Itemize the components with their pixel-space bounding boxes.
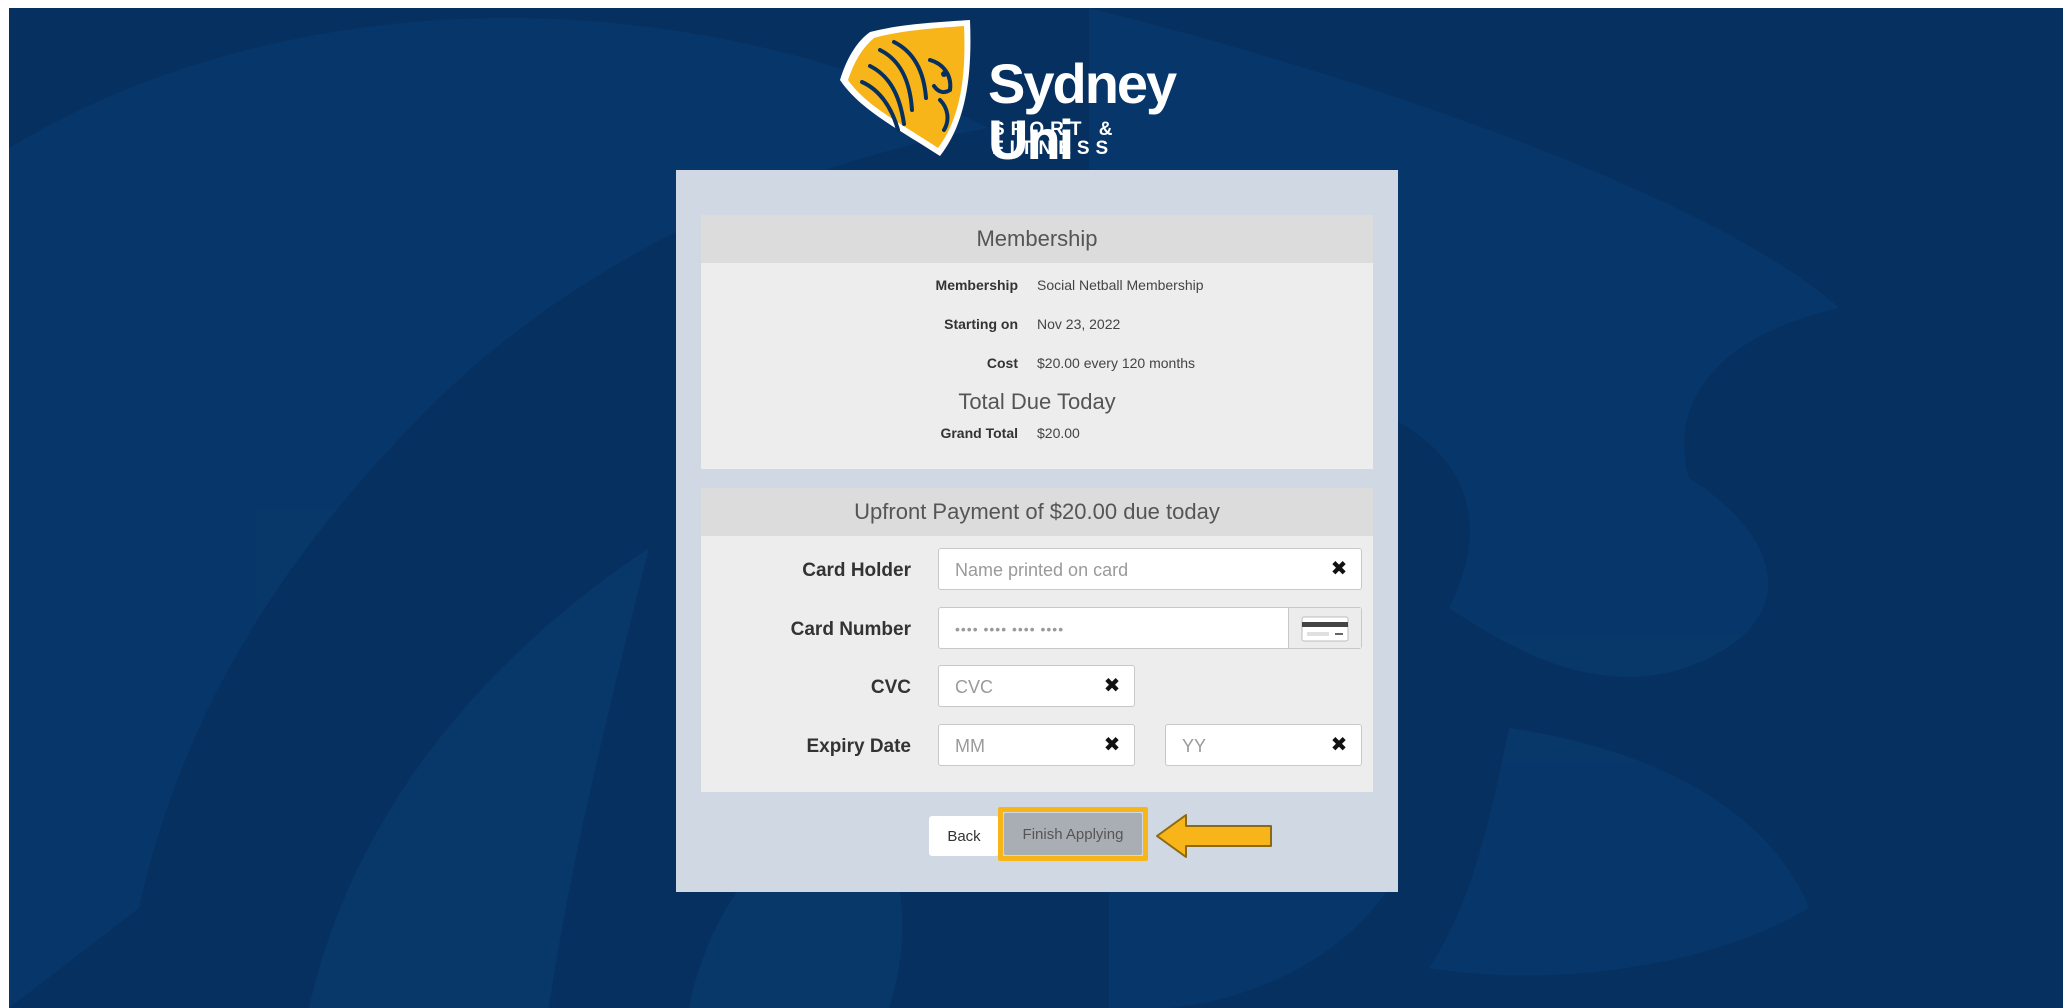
- cvc-input[interactable]: [953, 666, 1092, 708]
- card-number-label: Card Number: [790, 619, 911, 640]
- summary-row-cost: Cost $20.00 every 120 months: [701, 355, 1373, 375]
- brand-logo: Sydney Uni SPORT & FITNESS: [840, 20, 1240, 168]
- summary-label: Membership: [935, 277, 1018, 293]
- arrow-left-icon: [1156, 814, 1272, 858]
- cvc-label: CVC: [870, 677, 911, 698]
- back-button[interactable]: Back: [929, 816, 999, 856]
- grand-total-value: $20.00: [1037, 425, 1080, 441]
- expiry-row: Expiry Date ✖ ✖: [701, 724, 1373, 768]
- summary-value: Nov 23, 2022: [1037, 316, 1121, 332]
- summary-row-starting-on: Starting on Nov 23, 2022: [701, 316, 1373, 336]
- close-icon[interactable]: ✖: [1102, 734, 1122, 756]
- cvc-field: ✖: [938, 665, 1135, 708]
- expiry-month-input[interactable]: [953, 725, 1092, 767]
- card-type-addon: [1288, 608, 1361, 648]
- payment-section-header: Upfront Payment of $20.00 due today: [701, 488, 1373, 536]
- expiry-label: Expiry Date: [806, 736, 911, 757]
- credit-card-icon: [1301, 616, 1349, 642]
- application-panel: Membership Membership Social Netball Mem…: [676, 170, 1398, 892]
- close-icon[interactable]: ✖: [1102, 675, 1122, 697]
- membership-section-header: Membership: [701, 215, 1373, 263]
- summary-row-membership: Membership Social Netball Membership: [701, 277, 1373, 297]
- brand-subtitle: SPORT & FITNESS: [992, 119, 1119, 159]
- finish-applying-button[interactable]: Finish Applying: [1004, 813, 1142, 855]
- summary-row-grand-total: Grand Total $20.00: [701, 425, 1373, 445]
- summary-label: Starting on: [944, 316, 1018, 332]
- grand-total-label: Grand Total: [940, 425, 1018, 441]
- expiry-year-field: ✖: [1165, 724, 1362, 767]
- card-holder-row: Card Holder ✖: [701, 548, 1373, 592]
- card-number-field: [938, 607, 1362, 650]
- membership-section: Membership Membership Social Netball Mem…: [701, 215, 1373, 469]
- total-due-heading: Total Due Today: [958, 389, 1116, 414]
- summary-value: $20.00 every 120 months: [1037, 355, 1195, 371]
- close-icon[interactable]: ✖: [1329, 734, 1349, 756]
- payment-section: Upfront Payment of $20.00 due today Card…: [701, 488, 1373, 792]
- card-number-input[interactable]: [953, 608, 1277, 650]
- expiry-month-field: ✖: [938, 724, 1135, 767]
- card-holder-field: ✖: [938, 548, 1362, 591]
- close-icon[interactable]: ✖: [1329, 558, 1349, 580]
- expiry-year-input[interactable]: [1180, 725, 1319, 767]
- lion-shield-icon: [840, 20, 971, 156]
- summary-value: Social Netball Membership: [1037, 277, 1204, 293]
- card-holder-input[interactable]: [953, 549, 1319, 591]
- summary-label: Cost: [986, 355, 1018, 371]
- card-holder-label: Card Holder: [802, 560, 911, 581]
- card-number-row: Card Number: [701, 607, 1373, 651]
- cvc-row: CVC ✖: [701, 665, 1373, 709]
